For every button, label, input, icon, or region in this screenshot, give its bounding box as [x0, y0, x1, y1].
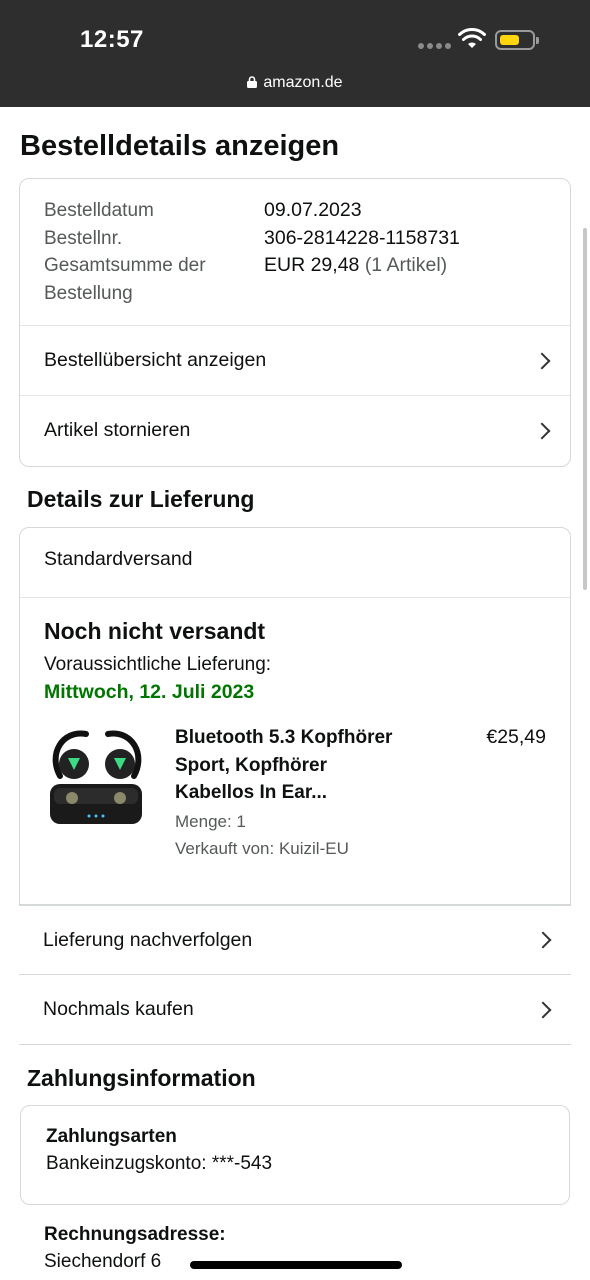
- battery-icon: [495, 30, 539, 50]
- payment-methods-value: Bankeinzugskonto: ***-543: [46, 1153, 273, 1174]
- billing-address-title: Rechnungsadresse:: [44, 1224, 226, 1245]
- delivery-card: Standardversand Noch nicht versandt Vora…: [19, 527, 571, 905]
- order-number-label: Bestellnr.: [44, 227, 123, 249]
- order-summary-card: Bestelldatum 09.07.2023 Bestellnr. 306-2…: [19, 178, 571, 467]
- delivery-section-title: Details zur Lieferung: [27, 486, 255, 512]
- product-seller: Verkauft von: Kuizil-EU: [175, 839, 349, 858]
- eta-label: Voraussichtliche Lieferung:: [44, 654, 272, 675]
- page-title: Bestelldetails anzeigen: [20, 130, 340, 162]
- payment-methods-card: Zahlungsarten Bankeinzugskonto: ***-543: [20, 1105, 570, 1205]
- signal-icon: [418, 43, 451, 49]
- lock-icon: [247, 76, 258, 88]
- address-bar[interactable]: amazon.de: [0, 74, 590, 92]
- track-delivery-label: Lieferung nachverfolgen: [43, 928, 253, 951]
- view-order-summary-link[interactable]: Bestellübersicht anzeigen: [20, 325, 570, 395]
- wifi-icon: [458, 28, 486, 48]
- scrollbar[interactable]: [583, 228, 587, 590]
- chevron-right-icon: [533, 352, 551, 369]
- order-item-count: (1 Artikel): [364, 254, 448, 276]
- url-text: amazon.de: [263, 74, 343, 91]
- shipment-status: Noch nicht versandt: [44, 618, 266, 644]
- order-total-label-line2: Bestellung: [44, 282, 133, 304]
- billing-address-value: Siechendorf 6: [44, 1251, 162, 1272]
- order-total-label-line1: Gesamtsumme der: [44, 255, 206, 276]
- view-order-summary-label: Bestellübersicht anzeigen: [44, 349, 267, 371]
- buy-again-label: Nochmals kaufen: [43, 998, 194, 1020]
- status-time: 12:57: [80, 26, 144, 53]
- chevron-right-icon: [534, 931, 552, 949]
- shipping-method: Standardversand: [44, 548, 193, 570]
- track-delivery-link[interactable]: Lieferung nachverfolgen: [19, 905, 571, 975]
- redaction-bar: [190, 1261, 402, 1269]
- product-price: €25,49: [486, 726, 546, 748]
- order-date-label: Bestelldatum: [44, 200, 154, 221]
- product-title[interactable]: Bluetooth 5.3 Kopfhörer Sport, Kopfhörer…: [175, 724, 435, 807]
- cancel-items-link[interactable]: Artikel stornieren: [20, 395, 570, 465]
- divider: [20, 597, 570, 598]
- product-quantity: Menge: 1: [175, 812, 246, 831]
- buy-again-link[interactable]: Nochmals kaufen: [19, 975, 571, 1045]
- payment-section-title: Zahlungsinformation: [27, 1065, 256, 1091]
- payment-methods-title: Zahlungsarten: [46, 1126, 177, 1147]
- chevron-right-icon: [533, 422, 551, 439]
- eta-date: Mittwoch, 12. Juli 2023: [44, 681, 255, 703]
- cancel-items-label: Artikel stornieren: [44, 419, 191, 441]
- order-date-value: 09.07.2023: [264, 199, 362, 221]
- order-info: Bestelldatum 09.07.2023 Bestellnr. 306-2…: [44, 197, 564, 307]
- order-total-value: EUR 29,48: [264, 254, 360, 276]
- product-image[interactable]: [42, 724, 152, 834]
- chevron-right-icon: [534, 1001, 552, 1018]
- browser-top-bar: 12:57 amazon.de: [0, 0, 590, 107]
- order-number-value: 306-2814228-1158731: [264, 226, 460, 249]
